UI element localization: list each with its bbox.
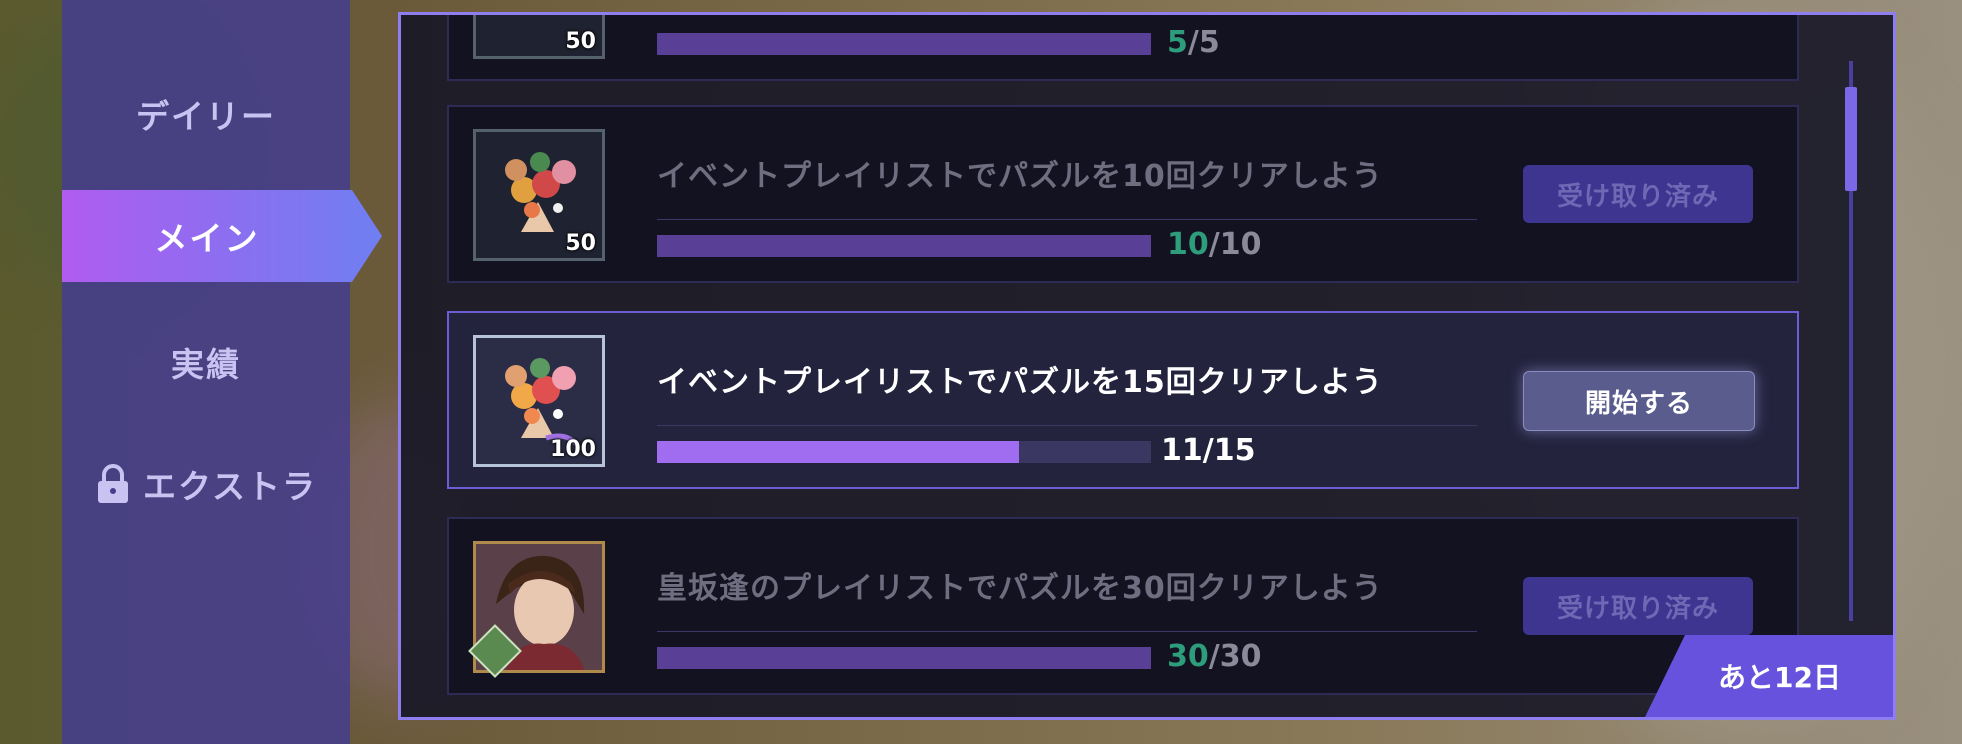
reward-count: 50 [565, 231, 596, 256]
progress-bar [657, 441, 1151, 463]
remaining-days-label: あと12日 [1718, 661, 1841, 694]
mission-title: イベントプレイリストでパズルを10回クリアしよう [657, 159, 1383, 194]
mission-title: 皇坂逢のプレイリストでパズルを30回クリアしよう [657, 571, 1383, 606]
progress-bar-fill [657, 647, 1151, 669]
tab-main[interactable]: メイン [62, 190, 382, 282]
progress-text: 30/30 [1167, 639, 1262, 674]
lock-icon [95, 464, 131, 504]
received-button[interactable]: 受け取り済み [1523, 165, 1753, 223]
scrollbar-thumb[interactable] [1845, 87, 1857, 191]
received-button[interactable]: 受け取り済み [1523, 577, 1753, 635]
progress-bar [657, 235, 1151, 257]
tab-extra-label: エクストラ [142, 467, 317, 506]
progress-bar-fill [657, 235, 1151, 257]
tab-achievements-label: 実績 [171, 345, 241, 384]
mission-card: 50 5/5 [447, 15, 1799, 81]
tab-daily-label: デイリー [136, 97, 276, 136]
bouquet-icon: 100 [473, 335, 605, 467]
divider [657, 219, 1477, 220]
mission-title: イベントプレイリストでパズルを15回クリアしよう [657, 365, 1383, 400]
progress-bar-fill [657, 33, 1151, 55]
mission-card-active: 100 イベントプレイリストでパズルを15回クリアしよう 11/15 開始する [447, 311, 1799, 489]
tab-extra[interactable]: エクストラ [62, 438, 350, 530]
reward-count: 100 [550, 437, 596, 462]
progress-text: 10/10 [1167, 227, 1262, 262]
tab-daily[interactable]: デイリー [62, 68, 350, 160]
reward-count: 50 [565, 29, 596, 54]
progress-bar [657, 647, 1151, 669]
divider [657, 425, 1477, 426]
start-button[interactable]: 開始する [1523, 371, 1755, 431]
character-portrait-icon [468, 541, 605, 678]
tab-main-label: メイン [154, 219, 260, 258]
mission-panel: 50 5/5 50 イベントプレイリストでパズルを10回クリアしよう 10/10… [398, 12, 1896, 720]
tab-achievements[interactable]: 実績 [62, 316, 350, 408]
mission-card: 皇坂逢のプレイリストでパズルを30回クリアしよう 30/30 受け取り済み [447, 517, 1799, 695]
bouquet-icon: 50 [473, 129, 605, 261]
progress-bar [657, 33, 1151, 55]
progress-text: 11/15 [1161, 433, 1256, 468]
divider [657, 631, 1477, 632]
progress-bar-fill [657, 441, 1020, 463]
bouquet-icon: 50 [473, 15, 605, 59]
sidebar: デイリー メイン 実績 エクストラ [62, 0, 382, 744]
progress-text: 5/5 [1167, 25, 1220, 60]
mission-card: 50 イベントプレイリストでパズルを10回クリアしよう 10/10 受け取り済み [447, 105, 1799, 283]
remaining-days-badge: あと12日 [1645, 635, 1893, 717]
